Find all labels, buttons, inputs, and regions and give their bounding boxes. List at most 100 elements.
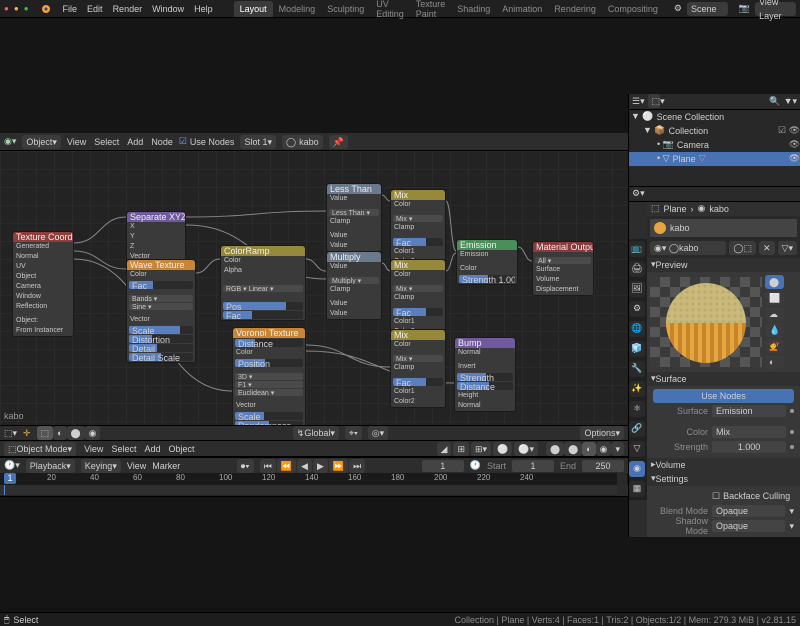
workspace-tab-texture-paint[interactable]: Texture Paint: [410, 1, 452, 17]
slot-dropdown[interactable]: Slot 1 ▾: [240, 135, 276, 149]
menu-render[interactable]: Render: [113, 4, 143, 14]
shadow-mode[interactable]: Opaque: [712, 520, 785, 532]
vp-mode-dropdown[interactable]: ⬚ Object Mode ▾: [4, 442, 76, 456]
tab-particles[interactable]: ✨: [629, 381, 645, 397]
proportional-button[interactable]: ◎▾: [368, 426, 388, 440]
tab-object[interactable]: 🧊: [629, 341, 645, 357]
orient-dropdown[interactable]: ↯ Global ▾: [293, 426, 339, 440]
playhead[interactable]: [4, 485, 5, 495]
window-close-icon[interactable]: ●: [4, 4, 9, 13]
mat-link[interactable]: ▽▾: [778, 241, 797, 255]
node-mixC[interactable]: MixColorMix ▾ClampFacColor1Color2: [390, 329, 446, 408]
node-emit[interactable]: EmissionEmissionColorStrength 1.000: [456, 239, 518, 285]
node-editor-canvas[interactable]: Texture CoordinateGeneratedNormalUVObjec…: [0, 151, 628, 425]
clock-icon[interactable]: 🕐: [470, 460, 481, 471]
menu-edit[interactable]: Edit: [87, 4, 103, 14]
tab-output[interactable]: 🖨: [629, 261, 645, 277]
tab-material[interactable]: ◉: [629, 461, 645, 477]
filter-icon[interactable]: ▼▾: [784, 96, 797, 107]
ne-menu-add[interactable]: Add: [127, 137, 143, 147]
editor-type-icon[interactable]: 🕐▾: [4, 460, 20, 471]
snap-button[interactable]: ⌖▾: [345, 426, 362, 440]
mat-users[interactable]: ◯⬚: [729, 241, 756, 255]
node-mixA[interactable]: MixColorMix ▾ClampFacColor1Color2: [390, 189, 446, 268]
ne-mode-dropdown[interactable]: Object ▾: [22, 135, 61, 149]
workspace-tab-compositing[interactable]: Compositing: [602, 1, 664, 17]
tl-start[interactable]: 1: [512, 460, 554, 472]
node-sepxyz[interactable]: Separate XYZXYZVector: [126, 211, 186, 263]
strength-input[interactable]: 1.000: [712, 441, 786, 453]
tl-marker[interactable]: Marker: [152, 461, 180, 471]
workspace-tab-rendering[interactable]: Rendering: [548, 1, 602, 17]
editor-type-icon[interactable]: ⚙▾: [632, 188, 645, 199]
timeline-strip[interactable]: 20406080100120140160180200220240 1: [0, 473, 628, 497]
search-icon[interactable]: 🔍: [769, 96, 780, 107]
window-max-icon[interactable]: ●: [24, 4, 29, 13]
ne-menu-select[interactable]: Select: [94, 137, 119, 147]
node-mixB[interactable]: MixColorMix ▾ClampFacColor1Color2: [390, 259, 446, 338]
tl-keying[interactable]: Keying ▾: [81, 459, 121, 473]
tab-constraints[interactable]: 🔗: [629, 421, 645, 437]
window-min-icon[interactable]: ●: [14, 4, 19, 13]
tab-scene[interactable]: ⚙: [629, 301, 645, 317]
gizmo-toggles[interactable]: ◢⊞⊞▾ ⚪⚪▾: [437, 442, 538, 456]
vp-menu-object[interactable]: Object: [168, 444, 194, 454]
backface-culling[interactable]: ☐ Backface Culling: [712, 491, 790, 502]
section-settings[interactable]: Settings: [647, 472, 800, 486]
editor-type-icon[interactable]: ⬚▾: [4, 428, 17, 439]
node-bump[interactable]: BumpNormalInvertStrengthDistanceHeightNo…: [454, 337, 516, 412]
tab-mesh[interactable]: ▽: [629, 441, 645, 457]
tl-scrollbar[interactable]: [617, 473, 627, 496]
workspace-tab-uv-editing[interactable]: UV Editing: [370, 1, 410, 17]
outliner-tree[interactable]: ▼ ⚪ Scene Collection ▼ 📦 Collection☑ 👁 •…: [629, 110, 800, 186]
tl-end[interactable]: 250: [582, 460, 624, 472]
material-field[interactable]: ◯ kabo: [282, 135, 323, 149]
pin-button[interactable]: 📌: [329, 135, 348, 149]
tl-view[interactable]: View: [127, 461, 146, 471]
tab-texture[interactable]: ▦: [629, 481, 645, 497]
node-texcoord[interactable]: Texture CoordinateGeneratedNormalUVObjec…: [12, 231, 74, 337]
workspace-tab-sculpting[interactable]: Sculpting: [321, 1, 370, 17]
tab-render[interactable]: 📺: [629, 241, 645, 257]
vp-menu-select[interactable]: Select: [111, 444, 136, 454]
preview-type-buttons[interactable]: ⬤ ⬜☁💧💇◐: [765, 275, 784, 369]
menu-file[interactable]: File: [63, 4, 78, 14]
viewlayer-field[interactable]: View Layer: [755, 2, 796, 16]
editor-type-icon[interactable]: ☰▾: [632, 96, 645, 107]
workspace-tab-modeling[interactable]: Modeling: [273, 1, 322, 17]
outliner-root[interactable]: ▼ ⚪ Scene Collection: [629, 110, 800, 124]
section-preview[interactable]: Preview: [647, 258, 800, 272]
node-less[interactable]: Less ThanValueLess Than ▾ClampValueValue: [326, 183, 382, 252]
scene-field[interactable]: Scene: [687, 2, 728, 16]
color-input[interactable]: Mix: [712, 426, 786, 438]
use-nodes-button[interactable]: Use Nodes: [653, 389, 794, 403]
blend-mode[interactable]: Opaque: [712, 505, 785, 517]
options-dropdown[interactable]: Options ▾: [580, 426, 624, 440]
node-output[interactable]: Material OutputAll ▾SurfaceVolumeDisplac…: [532, 241, 594, 296]
tl-playback[interactable]: Playback ▾: [26, 459, 75, 473]
section-volume[interactable]: Volume: [647, 458, 800, 472]
shading-modes[interactable]: ⬤⬤◐◉▾: [546, 442, 624, 456]
node-wave[interactable]: Wave TextureColorFacBands ▾Sine ▾VectorS…: [126, 259, 196, 363]
section-surface[interactable]: Surface: [647, 372, 800, 386]
mat-new[interactable]: ✕: [759, 241, 775, 255]
tl-current-frame[interactable]: 1: [422, 460, 464, 472]
tab-modifiers[interactable]: 🔧: [629, 361, 645, 377]
outliner-item-plane[interactable]: • ▽ Plane ▽👁: [629, 152, 800, 166]
tl-autokey[interactable]: ⏺▾: [237, 459, 254, 473]
shading-group[interactable]: ⬚◐⬤◉: [37, 426, 101, 440]
ne-menu-node[interactable]: Node: [151, 137, 173, 147]
surface-shader[interactable]: Emission: [712, 405, 786, 417]
vp-menu-add[interactable]: Add: [144, 444, 160, 454]
material-list[interactable]: kabo ◉▾ ◯ kabo ◯⬚ ✕ ▽▾: [647, 216, 800, 258]
outliner-collection[interactable]: ▼ 📦 Collection☑ 👁: [629, 124, 800, 138]
outliner-scope[interactable]: ⬚▾: [648, 94, 660, 108]
menu-window[interactable]: Window: [152, 4, 184, 14]
tl-transport[interactable]: ⏮⏪◀▶⏩⏭: [260, 459, 366, 473]
node-mult[interactable]: MultiplyValueMultiply ▾ClampValueValue: [326, 251, 382, 320]
current-frame-indicator[interactable]: 1: [4, 473, 16, 484]
ne-menu-view[interactable]: View: [67, 137, 86, 147]
workspace-tab-shading[interactable]: Shading: [451, 1, 496, 17]
workspace-tab-animation[interactable]: Animation: [496, 1, 548, 17]
tab-world[interactable]: 🌐: [629, 321, 645, 337]
